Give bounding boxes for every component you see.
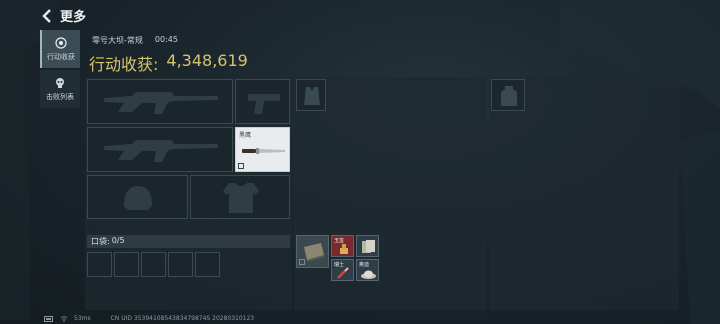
syringe-icon [337, 267, 349, 279]
harvest-label: 行动收获: [89, 55, 159, 74]
page-title: 更多 [60, 10, 87, 25]
pocket-slot[interactable] [87, 252, 112, 277]
loot-item-syringe[interactable]: 瑞士 [331, 259, 354, 281]
primary-weapon-slot-2[interactable] [87, 127, 233, 172]
skull-icon [56, 77, 64, 88]
tab-action-harvest[interactable]: 行动收获 [40, 30, 80, 68]
tab-kill-list[interactable]: 击败列表 [40, 70, 80, 108]
match-time: 00:45 [154, 35, 178, 44]
cap-icon [361, 270, 376, 279]
user-id: CN UID 3539410854383479874S 20280310123 [110, 315, 255, 322]
tab-label: 击败列表 [46, 92, 74, 101]
pocket-slot[interactable] [195, 252, 220, 277]
chevron-left-icon [42, 8, 51, 23]
armor-slot[interactable] [190, 175, 290, 219]
melee-label: 黑鹰 [239, 132, 252, 139]
ping-value: 53ms [74, 315, 91, 322]
rifle-icon [104, 92, 218, 114]
armor-icon [223, 183, 259, 213]
melee-slot[interactable]: 黑鹰 [235, 127, 290, 172]
pocket-slot[interactable] [168, 252, 193, 277]
helmet-slot[interactable] [87, 175, 188, 219]
map-name: 零号大坝-常规 [92, 36, 143, 45]
pocket-header: 口袋: 0/5 [87, 235, 290, 248]
knife-icon [242, 148, 285, 154]
battery-icon [44, 315, 53, 322]
loot-item-cap[interactable]: 奥迪 [356, 259, 379, 281]
tab-label: 行动收获 [47, 52, 75, 61]
loot-item-label: 奥迪 [359, 262, 370, 268]
backpack-slot[interactable] [491, 79, 525, 111]
chest-rig-slot[interactable] [296, 79, 326, 111]
sidearm-slot[interactable] [235, 79, 290, 124]
tag-icon [238, 163, 244, 169]
chest-rig-icon [304, 87, 320, 105]
backpack-icon [501, 86, 517, 106]
pocket-label: 口袋: [91, 237, 110, 246]
backpack-panel [489, 77, 679, 310]
match-info: 零号大坝-常规 00:45 [92, 35, 178, 46]
status-footer: 53ms CN UID 3539410854383479874S 2028031… [44, 315, 254, 322]
back-button[interactable]: 更多 [40, 6, 86, 25]
primary-weapon-slot-1[interactable] [87, 79, 233, 124]
pistol-icon [248, 94, 280, 114]
harvest-total: 行动收获: 4,348,619 [89, 51, 248, 75]
tag-icon [299, 259, 305, 265]
loot-item-book[interactable] [296, 235, 329, 268]
files-icon [362, 240, 375, 253]
loot-item-seal[interactable]: 玉玺 [331, 235, 354, 257]
pocket-slot[interactable] [141, 252, 166, 277]
pocket-slot[interactable] [114, 252, 139, 277]
seal-icon [340, 244, 348, 254]
loot-item-files[interactable] [356, 235, 379, 257]
chest-rig-panel [294, 77, 487, 310]
side-tabs: 行动收获 击败列表 [40, 30, 80, 110]
pocket-count: 0/5 [111, 236, 125, 245]
harvest-value: 4,348,619 [166, 51, 248, 70]
target-icon [55, 36, 67, 49]
wifi-icon [60, 315, 68, 322]
helmet-icon [124, 186, 152, 210]
rifle-icon [104, 140, 218, 162]
